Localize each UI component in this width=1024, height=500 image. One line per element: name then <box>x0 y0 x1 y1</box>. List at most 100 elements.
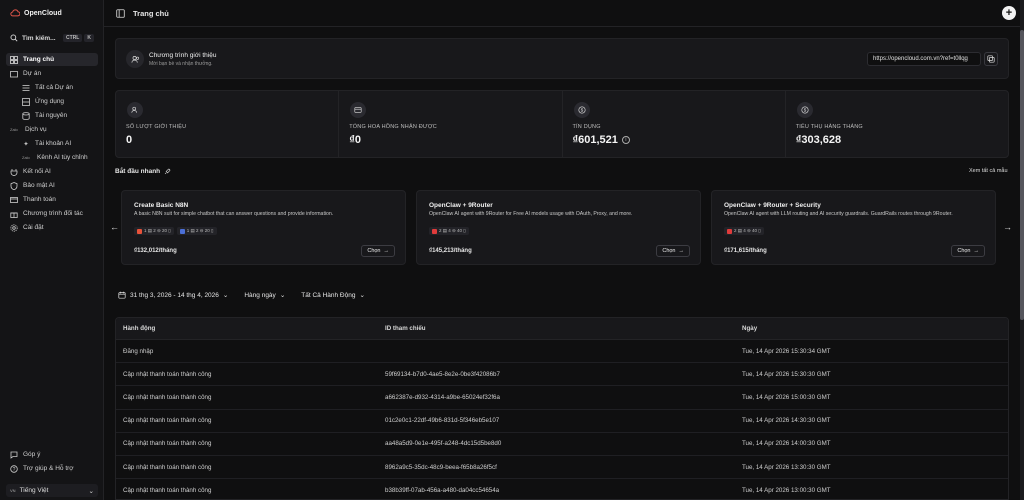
carousel-prev-arrow-icon[interactable]: ← <box>110 222 119 232</box>
quick-start-title: Bắt đầu nhanh <box>115 168 171 175</box>
sidebar-item-settings[interactable]: Cài đặt <box>6 221 98 234</box>
stat-label: TÍN DỤNG <box>572 124 601 130</box>
action-label: Tất Cả Hành Động <box>301 291 356 299</box>
page-title: Trang chủ <box>133 8 169 18</box>
quick-start-title-text: Bắt đầu nhanh <box>115 168 161 175</box>
view-all-templates-link[interactable]: Xem tất cả mẫu <box>969 168 1008 174</box>
sidebar-item-custom-ai-channel[interactable]: Zalo Kênh AI tùy chỉnh <box>18 151 98 164</box>
svg-text:?: ? <box>13 466 16 472</box>
sidebar-toggle-icon[interactable] <box>116 8 125 18</box>
sidebar-item-label: Dịch vụ <box>25 126 47 133</box>
chevron-down-icon: ⌄ <box>88 487 94 495</box>
stat-value: 0 <box>126 134 132 146</box>
select-button-label: Chọn <box>367 248 381 254</box>
stat-label: TIÊU THỤ HÀNG THÁNG <box>795 124 863 130</box>
copy-button[interactable] <box>984 52 998 66</box>
cell-date: Tue, 14 Apr 2026 14:30:30 GMT <box>742 417 831 425</box>
language-select[interactable]: VN Tiếng Việt ⌄ <box>6 484 98 497</box>
cell-action: Cập nhật thanh toán thành công <box>123 440 212 448</box>
users-icon <box>127 102 143 118</box>
sidebar-item-billing[interactable]: Thanh toán <box>6 193 98 206</box>
sidebar-item-label: Bảo mật AI <box>23 182 55 189</box>
chevron-down-icon: ⌄ <box>222 292 229 299</box>
users-icon <box>126 50 144 68</box>
sidebar-item-all-projects[interactable]: Tất cả Dự án <box>18 81 98 94</box>
card-icon <box>10 196 18 204</box>
template-card[interactable]: OpenClaw + 9Router OpenClaw AI agent wit… <box>416 190 701 265</box>
table-row: Cập nhật thanh toán thành công 01c2e0c1-… <box>116 410 1008 433</box>
stat-referrals: SỐ LƯỢT GIỚI THIỆU 0 <box>116 91 340 157</box>
select-template-button[interactable]: Chọn → <box>951 245 985 257</box>
template-description: A basic N8N suit for simple chatbot that… <box>134 211 334 217</box>
date-range-label: 31 thg 3, 2026 - 14 thg 4, 2026 <box>130 291 219 299</box>
stat-value: ₫303,628 <box>796 134 841 146</box>
template-resources: 2 ▤ 4 ⊖ 40 ▯ <box>429 227 469 235</box>
table-row: Cập nhật thanh toán thành công b38b39ff-… <box>116 479 1008 499</box>
info-icon[interactable]: i <box>621 136 630 144</box>
referral-link-field[interactable]: https://opencloud.com.vn?ref=t0llqg <box>867 52 981 66</box>
app-icon <box>727 228 732 234</box>
cloud-logo-icon <box>10 9 20 17</box>
select-button-label: Chọn <box>957 248 971 254</box>
cell-action: Cập nhật thanh toán thành công <box>123 370 212 378</box>
sidebar-item-partner-program[interactable]: Chương trình đối tác <box>6 207 98 220</box>
sidebar-item-label: Trang chủ <box>23 56 55 63</box>
sidebar: OpenCloud Tìm kiếm... CTRL K Trang chủ D… <box>0 0 104 500</box>
arrow-right-icon: → <box>383 248 390 254</box>
search-button[interactable]: Tìm kiếm... CTRL K <box>6 31 98 45</box>
sidebar-item-apps[interactable]: Ứng dụng <box>18 95 98 108</box>
resource-chip: 1 ▤ 2 ⊖ 20 ▯ <box>134 227 174 235</box>
sidebar-item-ai-account[interactable]: ✦ Tài khoản AI <box>18 137 98 150</box>
help-button[interactable]: ? Trợ giúp & Hỗ trợ <box>6 462 98 475</box>
select-template-button[interactable]: Chọn → <box>656 245 690 257</box>
table-row: Cập nhật thanh toán thành công a662387e-… <box>116 386 1008 410</box>
brand[interactable]: OpenCloud <box>10 8 62 18</box>
sidebar-item-resources[interactable]: Tài nguyên <box>18 109 98 122</box>
carousel-next-arrow-icon[interactable]: → <box>1003 222 1012 232</box>
resource-chip-text: 1 ▤ 2 ⊖ 20 ▯ <box>144 228 171 233</box>
sidebar-item-services[interactable]: Zalo Dịch vụ <box>6 123 98 136</box>
interval-label: Hàng ngày <box>244 291 276 299</box>
table-row: Đăng nhập Tue, 14 Apr 2026 15:30:34 GMT <box>116 340 1008 364</box>
cell-date: Tue, 14 Apr 2026 14:00:30 GMT <box>742 440 831 448</box>
cell-action: Cập nhật thanh toán thành công <box>123 417 212 425</box>
sidebar-item-ai-connect[interactable]: Kết nối AI <box>6 165 98 178</box>
app-icon <box>137 228 142 234</box>
gift-icon <box>10 210 18 218</box>
sidebar-item-label: Tài nguyên <box>35 112 68 119</box>
cell-reference-id: aa48a5d9-0e1e-495f-a248-4dc15d5be8d0 <box>385 440 502 448</box>
sidebar-item-label: Tài khoản AI <box>35 140 72 147</box>
shortcut-hint: CTRL K <box>63 34 94 42</box>
db-icon <box>179 228 185 234</box>
cell-date: Tue, 14 Apr 2026 13:30:30 GMT <box>742 463 831 471</box>
resource-chip: 2 ▤ 4 ⊖ 40 ▯ <box>724 227 764 235</box>
create-button[interactable]: + <box>1002 6 1016 20</box>
topbar: Trang chủ + <box>104 0 1020 27</box>
feedback-label: Góp ý <box>23 451 41 458</box>
stat-label: SỐ LƯỢT GIỚI THIỆU <box>126 124 187 130</box>
chevron-down-icon: ⌄ <box>279 292 286 299</box>
interval-select[interactable]: Hàng ngày ⌄ <box>244 291 286 300</box>
sidebar-item-label: Ứng dụng <box>35 98 65 105</box>
sidebar-item-home[interactable]: Trang chủ <box>6 53 98 66</box>
template-resources: 2 ▤ 4 ⊖ 40 ▯ <box>724 227 764 235</box>
folder-icon <box>10 70 18 78</box>
action-select[interactable]: Tất Cả Hành Động ⌄ <box>301 291 365 300</box>
language-label: Tiếng Việt <box>19 487 49 494</box>
feedback-button[interactable]: Góp ý <box>6 448 98 461</box>
sidebar-item-label: Kênh AI tùy chỉnh <box>37 154 88 161</box>
cell-reference-id: 59f69134-b7d0-4ae5-8e2e-0be3f42086b7 <box>385 370 500 378</box>
template-card[interactable]: OpenClaw + 9Router + Security OpenClaw A… <box>711 190 996 265</box>
date-range-picker[interactable]: 31 thg 3, 2026 - 14 thg 4, 2026 ⌄ <box>118 291 228 299</box>
select-template-button[interactable]: Chọn → <box>361 245 395 257</box>
template-card[interactable]: Create Basic N8N A basic N8N suit for si… <box>121 190 406 265</box>
stat-value-text: ₫0 <box>349 134 362 146</box>
sidebar-item-projects[interactable]: Dự án <box>6 67 98 80</box>
template-description: OpenClaw AI agent with 9Router for Free … <box>429 211 633 217</box>
page-scrollbar-thumb[interactable] <box>1020 30 1024 320</box>
sidebar-item-ai-security[interactable]: Bảo mật AI <box>6 179 98 192</box>
arrow-right-icon: → <box>678 248 685 254</box>
brand-name: OpenCloud <box>24 9 62 17</box>
table-row: Cập nhật thanh toán thành công 8962a9c5-… <box>116 456 1008 480</box>
calendar-icon <box>118 291 126 299</box>
